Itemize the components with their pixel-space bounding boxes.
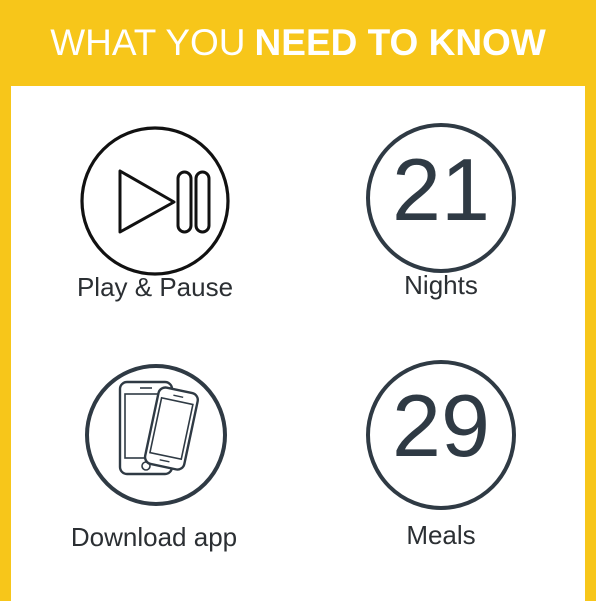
play-pause-icon	[80, 126, 230, 276]
content-panel: Play & Pause 21 Nights Download app 29 M…	[11, 86, 585, 601]
item-play-pause: Play & Pause	[35, 122, 275, 312]
label-meals: Meals	[406, 520, 476, 550]
meals-number: 29	[392, 376, 490, 475]
title-bold: NEED TO KNOW	[254, 22, 546, 63]
item-download-app: Download app	[34, 356, 274, 556]
info-card: WHAT YOU NEED TO KNOW Play & Pause 21 Ni…	[0, 0, 596, 601]
banner-header: WHAT YOU NEED TO KNOW	[0, 0, 596, 86]
nights-number: 21	[392, 140, 490, 239]
phones-icon	[85, 364, 227, 506]
item-meals: 29 Meals	[321, 356, 561, 556]
label-play-pause: Play & Pause	[76, 272, 234, 302]
title-light: WHAT YOU	[50, 22, 246, 63]
label-nights: Nights	[404, 270, 478, 300]
label-download-app: Download app	[70, 522, 238, 552]
item-nights: 21 Nights	[321, 120, 561, 310]
